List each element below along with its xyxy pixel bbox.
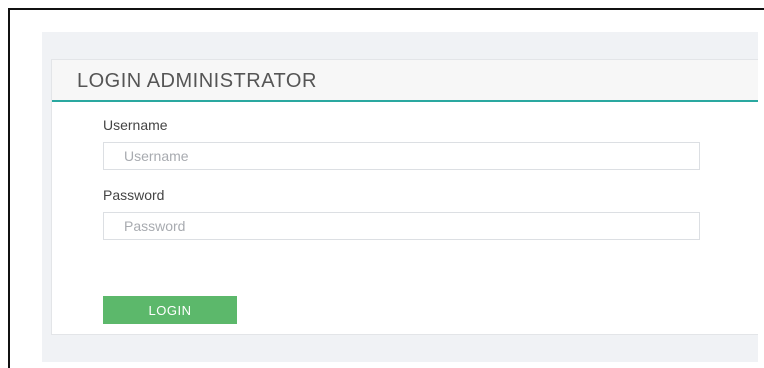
- password-input[interactable]: [103, 212, 700, 240]
- panel-header: LOGIN ADMINISTRATOR: [52, 60, 758, 102]
- login-button[interactable]: LOGIN: [103, 296, 237, 324]
- username-label: Username: [103, 117, 168, 133]
- panel-title: LOGIN ADMINISTRATOR: [77, 70, 317, 92]
- username-input[interactable]: [103, 142, 700, 170]
- password-label: Password: [103, 187, 165, 203]
- page-frame: LOGIN ADMINISTRATOR Username Password LO…: [8, 8, 764, 368]
- login-panel: LOGIN ADMINISTRATOR Username Password LO…: [51, 59, 758, 335]
- page-container: LOGIN ADMINISTRATOR Username Password LO…: [42, 32, 758, 362]
